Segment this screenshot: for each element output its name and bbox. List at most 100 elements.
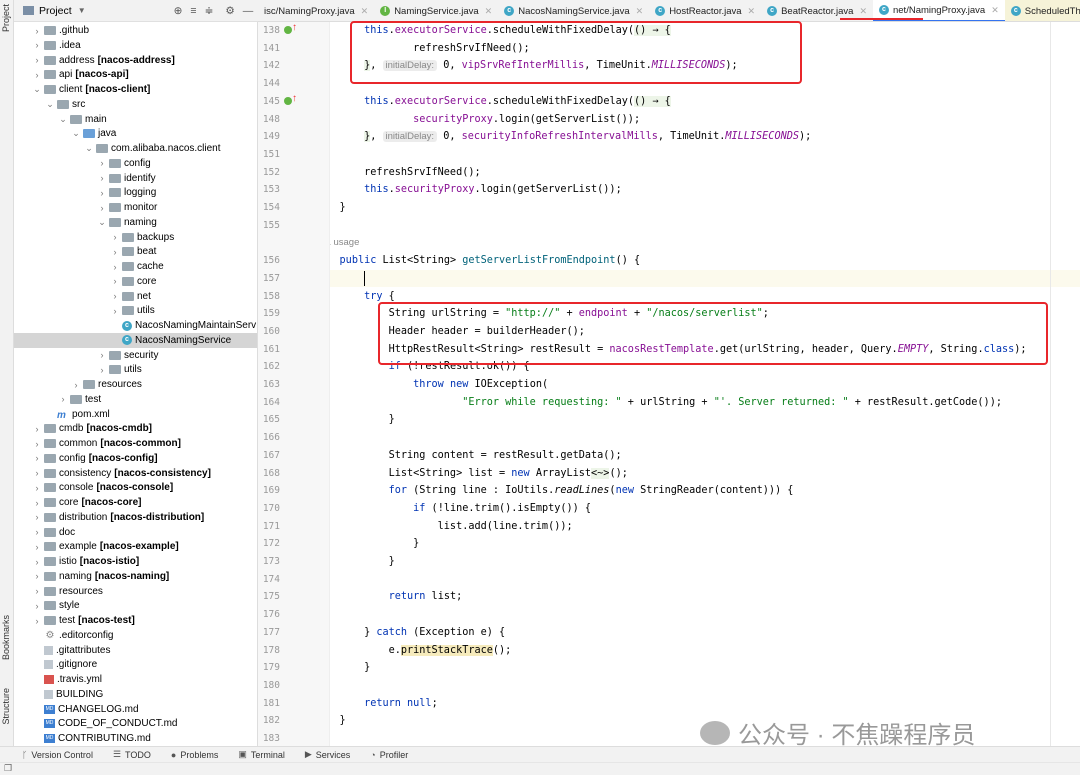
chevron-right-icon[interactable]: › <box>97 350 107 360</box>
tree-item[interactable]: BUILDING <box>14 687 257 702</box>
tool-services[interactable]: ▶ Services <box>305 749 350 760</box>
tab-isc-namingproxy-java[interactable]: isc/NamingProxy.java ✕ <box>258 0 374 21</box>
tree-item[interactable]: ⌄ java <box>14 126 257 141</box>
tree-item[interactable]: › .github <box>14 23 257 38</box>
tree-item[interactable]: ⌄ com.alibaba.nacos.client <box>14 141 257 156</box>
chevron-right-icon[interactable]: › <box>32 468 42 478</box>
chevron-right-icon[interactable]: › <box>32 40 42 50</box>
tree-item[interactable]: › test <box>14 392 257 407</box>
tree-item[interactable]: › cmdb [nacos-cmdb] <box>14 421 257 436</box>
locate-icon[interactable]: ⊕ <box>174 5 183 17</box>
tree-item[interactable]: MD CONTRIBUTING.md <box>14 731 257 746</box>
tree-item[interactable]: › resources <box>14 377 257 392</box>
chevron-down-icon[interactable]: ⌄ <box>58 114 68 125</box>
tree-item[interactable]: › monitor <box>14 200 257 215</box>
tree-item[interactable]: › istio [nacos-istio] <box>14 554 257 569</box>
chevron-right-icon[interactable]: › <box>110 291 120 301</box>
tree-item[interactable]: › utils <box>14 303 257 318</box>
tree-item[interactable]: .travis.yml <box>14 672 257 687</box>
hide-icon[interactable]: — <box>243 5 254 17</box>
chevron-right-icon[interactable]: › <box>32 557 42 567</box>
tree-item[interactable]: › example [nacos-example] <box>14 539 257 554</box>
chevron-right-icon[interactable]: › <box>110 232 120 242</box>
tree-item[interactable]: ⌄ src <box>14 97 257 112</box>
gear-icon[interactable]: ⚙ <box>225 5 234 17</box>
tree-item[interactable]: › security <box>14 348 257 363</box>
tree-item[interactable]: › core <box>14 274 257 289</box>
chevron-right-icon[interactable]: › <box>32 586 42 596</box>
tree-item[interactable]: ⌄ client [nacos-client] <box>14 82 257 97</box>
chevron-right-icon[interactable]: › <box>110 262 120 272</box>
tool-profiler[interactable]: ◔ Profiler <box>370 750 408 760</box>
tool-todo[interactable]: ☰ TODO <box>113 749 151 760</box>
chevron-right-icon[interactable]: › <box>97 158 107 168</box>
chevron-right-icon[interactable]: › <box>32 527 42 537</box>
chevron-right-icon[interactable]: › <box>32 542 42 552</box>
tab-nacosnamingservice-java[interactable]: c NacosNamingService.java ✕ <box>498 0 649 21</box>
tree-item[interactable]: › config <box>14 156 257 171</box>
chevron-right-icon[interactable]: › <box>32 55 42 65</box>
chevron-down-icon[interactable]: ⌄ <box>84 143 94 154</box>
expand-all-icon[interactable]: ≡ <box>190 5 196 17</box>
tab-namingservice-java[interactable]: I NamingService.java ✕ <box>374 0 498 21</box>
tree-item[interactable]: › consistency [nacos-consistency] <box>14 466 257 481</box>
chevron-right-icon[interactable]: › <box>32 512 42 522</box>
tree-item[interactable]: › common [nacos-common] <box>14 436 257 451</box>
tool-version-control[interactable]: ᚴ Version Control <box>22 750 93 760</box>
project-view-selector[interactable]: Project <box>39 5 72 17</box>
chevron-right-icon[interactable]: › <box>110 276 120 286</box>
tab-scheduledthreadpoolexecutor[interactable]: cScheduledThreadPoolExecutor <box>1004 0 1080 21</box>
override-arrow-icon[interactable]: ↑ <box>292 22 297 33</box>
chevron-down-icon[interactable]: ⌄ <box>97 217 107 228</box>
implements-marker-icon[interactable] <box>284 26 292 34</box>
tool-problems[interactable]: ● Problems <box>171 750 218 760</box>
tree-item[interactable]: › beat <box>14 244 257 259</box>
tree-item[interactable]: › distribution [nacos-distribution] <box>14 510 257 525</box>
tree-item[interactable]: › identify <box>14 171 257 186</box>
tree-item[interactable]: › naming [nacos-naming] <box>14 569 257 584</box>
chevron-right-icon[interactable]: › <box>71 380 81 390</box>
implements-marker-icon[interactable] <box>284 96 292 105</box>
chevron-right-icon[interactable]: › <box>110 306 120 316</box>
tree-item[interactable]: ⌄ main <box>14 112 257 127</box>
collapse-all-icon[interactable]: ≑ <box>205 5 214 17</box>
tree-item[interactable]: › cache <box>14 259 257 274</box>
tree-item[interactable]: › doc <box>14 525 257 540</box>
chevron-right-icon[interactable]: › <box>32 571 42 581</box>
tree-item[interactable]: MD CODE_OF_CONDUCT.md <box>14 716 257 731</box>
layout-icon[interactable]: ❐ <box>4 763 12 774</box>
tree-item[interactable]: ⌄ naming <box>14 215 257 230</box>
tree-item[interactable]: m pom.xml <box>14 407 257 422</box>
chevron-down-icon[interactable]: ⌄ <box>71 128 81 139</box>
close-tab-icon[interactable]: ✕ <box>991 5 999 16</box>
chevron-right-icon[interactable]: › <box>58 394 68 404</box>
close-tab-icon[interactable]: ✕ <box>485 6 493 17</box>
chevron-down-icon[interactable]: ⌄ <box>45 99 55 110</box>
tree-item[interactable]: .gitattributes <box>14 643 257 658</box>
tree-item[interactable]: c NacosNamingService <box>14 332 257 348</box>
tree-item[interactable]: › address [nacos-address] <box>14 53 257 68</box>
close-tab-icon[interactable]: ✕ <box>636 6 644 17</box>
tree-item[interactable]: › style <box>14 598 257 613</box>
tree-item[interactable]: › config [nacos-config] <box>14 451 257 466</box>
code-editor[interactable]: this.executorService.scheduleWithFixedDe… <box>330 22 1080 746</box>
chevron-right-icon[interactable]: › <box>32 498 42 508</box>
close-tab-icon[interactable]: ✕ <box>859 6 867 17</box>
chevron-down-icon[interactable]: ▼ <box>78 6 86 15</box>
chevron-right-icon[interactable]: › <box>32 483 42 493</box>
chevron-right-icon[interactable]: › <box>32 439 42 449</box>
tree-item[interactable]: › logging <box>14 185 257 200</box>
tree-item[interactable]: ⚙ .editorconfig <box>14 628 257 643</box>
chevron-right-icon[interactable]: › <box>32 601 42 611</box>
tree-item[interactable]: › net <box>14 289 257 304</box>
bookmarks-tool-button[interactable]: Bookmarks <box>1 615 11 660</box>
tab-hostreactor-java[interactable]: c HostReactor.java ✕ <box>649 0 761 21</box>
chevron-right-icon[interactable]: › <box>32 616 42 626</box>
project-tool-button[interactable]: Project <box>1 4 11 32</box>
close-tab-icon[interactable]: ✕ <box>748 6 756 17</box>
chevron-right-icon[interactable]: › <box>32 424 42 434</box>
chevron-down-icon[interactable]: ⌄ <box>32 84 42 95</box>
project-tree[interactable]: › .github › .idea › address [nacos-address] › ap… <box>14 22 258 746</box>
chevron-right-icon[interactable]: › <box>97 173 107 183</box>
chevron-right-icon[interactable]: › <box>97 365 107 375</box>
